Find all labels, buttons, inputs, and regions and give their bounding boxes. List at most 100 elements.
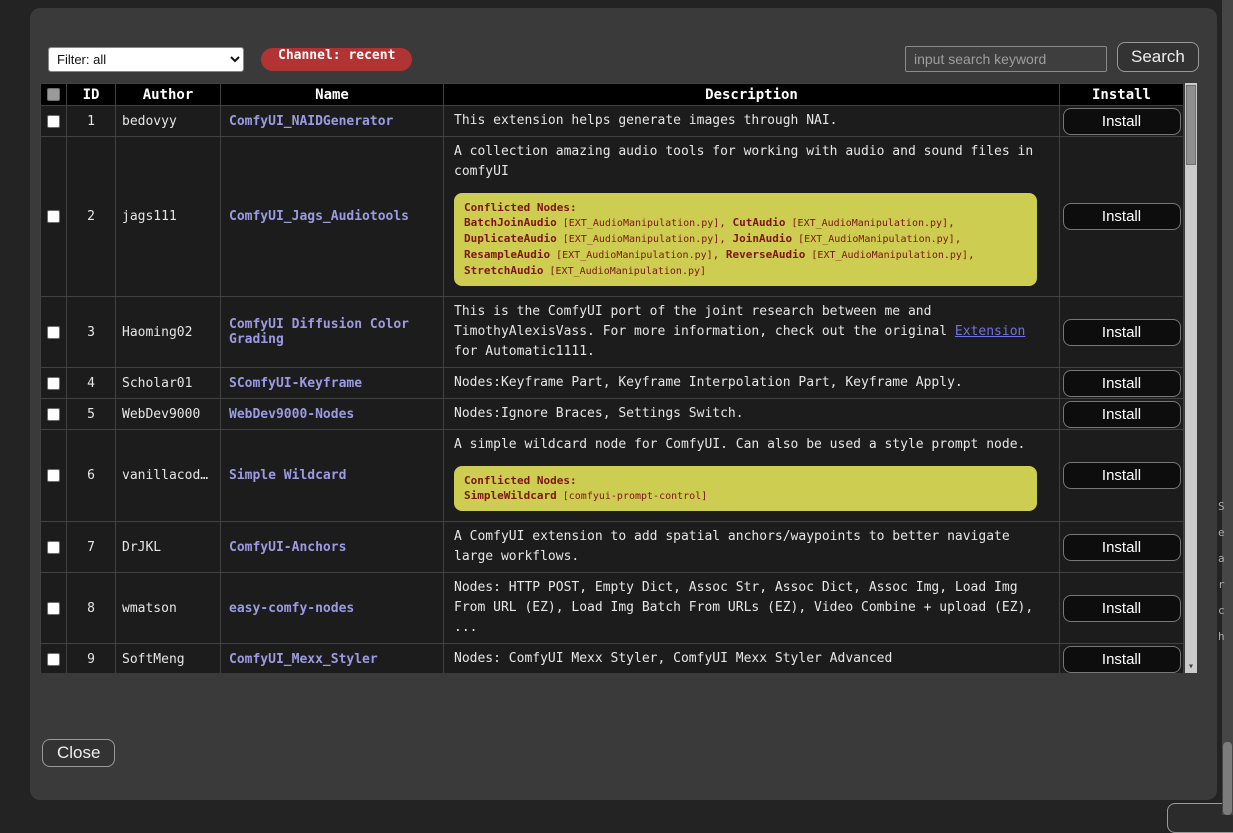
header-author: Author <box>116 84 221 106</box>
row-id: 2 <box>67 137 116 297</box>
row-description-cell: A ComfyUI extension to add spatial ancho… <box>444 522 1060 573</box>
install-button[interactable]: Install <box>1063 646 1181 673</box>
install-button[interactable]: Install <box>1063 534 1181 561</box>
row-checkbox[interactable] <box>47 408 60 421</box>
install-button[interactable]: Install <box>1063 370 1181 397</box>
install-button[interactable]: Install <box>1063 108 1181 135</box>
row-checkbox[interactable] <box>47 326 60 339</box>
row-install-cell: Install <box>1060 399 1184 430</box>
row-id: 3 <box>67 297 116 368</box>
row-description-cell: Nodes:Ignore Braces, Settings Switch. <box>444 399 1060 430</box>
table-row: 1 bedovyy ComfyUI_NAIDGenerator This ext… <box>41 106 1184 137</box>
custom-nodes-table-area: ID Author Name Description Install 1 bed… <box>40 83 1197 673</box>
row-checkbox[interactable] <box>47 602 60 615</box>
header-install: Install <box>1060 84 1184 106</box>
table-scrollbar-thumb[interactable] <box>1186 85 1196 165</box>
row-description-cell: This extension helps generate images thr… <box>444 106 1060 137</box>
row-name-link[interactable]: easy-comfy-nodes <box>229 601 354 616</box>
row-install-cell: Install <box>1060 137 1184 297</box>
row-name-link[interactable]: ComfyUI_Jags_Audiotools <box>229 209 409 224</box>
background-edge-text: r <box>1218 578 1225 591</box>
table-row: 9 SoftMeng ComfyUI_Mexx_Styler Nodes: Co… <box>41 644 1184 674</box>
row-description: A collection amazing audio tools for wor… <box>454 142 1049 182</box>
row-checkbox-cell <box>41 573 67 644</box>
custom-nodes-table: ID Author Name Description Install 1 bed… <box>40 83 1184 673</box>
row-install-cell: Install <box>1060 644 1184 674</box>
window-scrollbar-thumb[interactable] <box>1223 742 1232 815</box>
row-install-cell: Install <box>1060 297 1184 368</box>
row-description: A ComfyUI extension to add spatial ancho… <box>454 527 1049 567</box>
background-edge-text: S <box>1218 500 1225 513</box>
description-link[interactable]: Extension <box>955 324 1025 339</box>
window-scrollbar[interactable] <box>1222 0 1233 815</box>
table-row: 8 wmatson easy-comfy-nodes Nodes: HTTP P… <box>41 573 1184 644</box>
row-install-cell: Install <box>1060 106 1184 137</box>
row-checkbox[interactable] <box>47 653 60 666</box>
row-name-link[interactable]: ComfyUI_NAIDGenerator <box>229 114 393 129</box>
search-input[interactable] <box>905 46 1107 72</box>
filter-select[interactable]: Filter: all <box>48 47 244 72</box>
row-author: SoftMeng <box>116 644 221 674</box>
row-checkbox-cell <box>41 399 67 430</box>
row-id: 8 <box>67 573 116 644</box>
row-name-link[interactable]: ComfyUI Diffusion Color Grading <box>229 317 409 347</box>
row-checkbox-cell <box>41 644 67 674</box>
row-description-cell: A collection amazing audio tools for wor… <box>444 137 1060 297</box>
row-name-link[interactable]: SComfyUI-Keyframe <box>229 376 362 391</box>
row-install-cell: Install <box>1060 522 1184 573</box>
install-button[interactable]: Install <box>1063 595 1181 622</box>
row-description-cell: This is the ComfyUI port of the joint re… <box>444 297 1060 368</box>
row-name-link[interactable]: ComfyUI_Mexx_Styler <box>229 652 378 667</box>
conflict-title: Conflicted Nodes: <box>464 201 577 214</box>
row-id: 9 <box>67 644 116 674</box>
row-checkbox-cell <box>41 137 67 297</box>
install-button[interactable]: Install <box>1063 401 1181 428</box>
row-checkbox[interactable] <box>47 541 60 554</box>
install-button[interactable]: Install <box>1063 319 1181 346</box>
row-name-link[interactable]: Simple Wildcard <box>229 468 346 483</box>
header-description: Description <box>444 84 1060 106</box>
row-install-cell: Install <box>1060 368 1184 399</box>
row-checkbox[interactable] <box>47 469 60 482</box>
row-author: wmatson <box>116 573 221 644</box>
table-row: 3 Haoming02 ComfyUI Diffusion Color Grad… <box>41 297 1184 368</box>
close-button[interactable]: Close <box>42 739 115 767</box>
conflict-list: SimpleWildcard [comfyui-prompt-control] <box>464 489 707 502</box>
conflict-box: Conflicted Nodes: BatchJoinAudio [EXT_Au… <box>454 193 1037 286</box>
row-description: Nodes:Ignore Braces, Settings Switch. <box>454 404 1049 424</box>
row-name-link[interactable]: ComfyUI-Anchors <box>229 540 346 555</box>
row-description: Nodes: ComfyUI Mexx Styler, ComfyUI Mexx… <box>454 649 1049 669</box>
header-id: ID <box>67 84 116 106</box>
row-id: 5 <box>67 399 116 430</box>
row-checkbox-cell <box>41 106 67 137</box>
row-checkbox[interactable] <box>47 377 60 390</box>
row-description: This extension helps generate images thr… <box>454 111 1049 131</box>
header-checkbox-cell <box>41 84 67 106</box>
row-id: 6 <box>67 430 116 522</box>
background-edge-text: e <box>1218 526 1225 539</box>
row-checkbox[interactable] <box>47 210 60 223</box>
row-checkbox[interactable] <box>47 115 60 128</box>
row-id: 1 <box>67 106 116 137</box>
row-checkbox-cell <box>41 368 67 399</box>
row-author: bedovyy <box>116 106 221 137</box>
table-row: 5 WebDev9000 WebDev9000-Nodes Nodes:Igno… <box>41 399 1184 430</box>
background-edge-text: c <box>1218 604 1225 617</box>
table-row: 7 DrJKL ComfyUI-Anchors A ComfyUI extens… <box>41 522 1184 573</box>
row-name-link[interactable]: WebDev9000-Nodes <box>229 407 354 422</box>
search-button[interactable]: Search <box>1117 42 1199 72</box>
dialog-toolbar: Filter: all Channel: recent Search <box>48 44 1199 78</box>
table-row: 2 jags111 ComfyUI_Jags_Audiotools A coll… <box>41 137 1184 297</box>
row-description: Nodes: HTTP POST, Empty Dict, Assoc Str,… <box>454 578 1049 638</box>
table-scrollbar[interactable]: ▾ <box>1185 83 1197 673</box>
install-button[interactable]: Install <box>1063 203 1181 230</box>
select-all-checkbox[interactable] <box>47 88 60 101</box>
custom-nodes-dialog: Filter: all Channel: recent Search ID Au… <box>30 8 1217 800</box>
install-button[interactable]: Install <box>1063 462 1181 489</box>
row-checkbox-cell <box>41 522 67 573</box>
row-id: 4 <box>67 368 116 399</box>
row-description-cell: Nodes: ComfyUI Mexx Styler, ComfyUI Mexx… <box>444 644 1060 674</box>
scroll-down-arrow-icon[interactable]: ▾ <box>1185 661 1197 673</box>
row-checkbox-cell <box>41 430 67 522</box>
background-edge-text: h <box>1218 630 1225 643</box>
